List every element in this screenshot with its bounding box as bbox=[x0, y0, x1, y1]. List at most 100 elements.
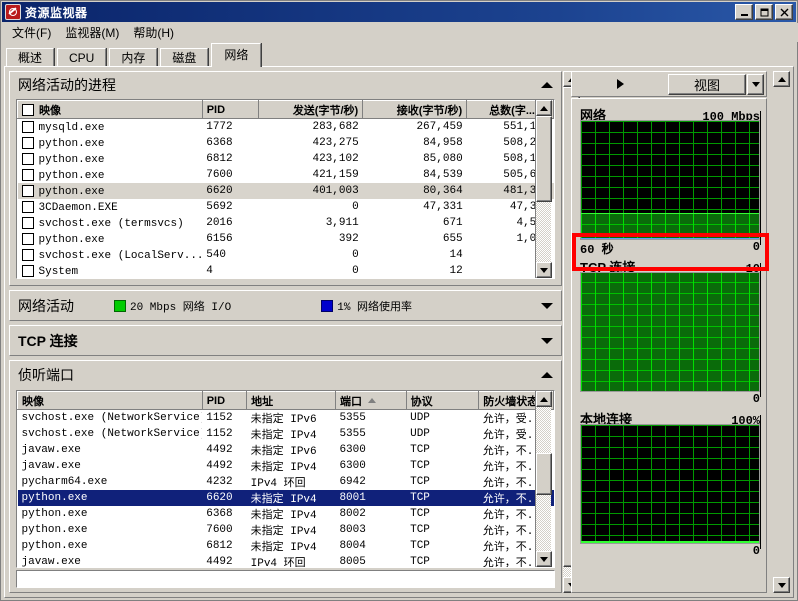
view-dropdown-button[interactable] bbox=[747, 73, 764, 95]
processes-grid-scrollbar[interactable] bbox=[535, 100, 552, 278]
row-checkbox[interactable] bbox=[21, 184, 34, 197]
scrollbar-thumb[interactable] bbox=[536, 453, 552, 495]
network-chart-area bbox=[581, 212, 759, 239]
processes-grid[interactable]: 映像 PID 发送(字节/秒) 接收(字节/秒) 总数(字... mysqld.… bbox=[16, 99, 555, 279]
col-sent[interactable]: 发送(字节/秒) bbox=[258, 100, 364, 119]
cell-pid: 5692 bbox=[206, 201, 233, 213]
local-chart-axis-tick-top bbox=[760, 415, 767, 549]
row-checkbox[interactable] bbox=[21, 264, 34, 277]
scroll-up-button[interactable] bbox=[536, 391, 552, 407]
collapse-chevron-up-icon[interactable] bbox=[541, 82, 553, 88]
table-row[interactable]: svchost.exe (termsvcs) 2016 3,911 671 4,583 bbox=[18, 215, 554, 231]
table-row[interactable]: python.exe 6368 未指定 IPv4 8002 TCP 允许，不... bbox=[18, 506, 554, 522]
table-row[interactable]: python.exe 6812 423,102 85,080 508,182 bbox=[18, 151, 554, 167]
table-row[interactable]: python.exe 7600 未指定 IPv4 8003 TCP 允许，不... bbox=[18, 522, 554, 538]
tab-network[interactable]: 网络 bbox=[211, 43, 262, 67]
cell-image: svchost.exe (LocalServ... bbox=[18, 247, 202, 263]
row-checkbox[interactable] bbox=[21, 216, 34, 229]
col-image[interactable]: 映像 bbox=[17, 100, 203, 119]
cell-image: python.exe bbox=[18, 151, 203, 167]
expand-chevron-down-icon[interactable] bbox=[541, 302, 553, 309]
table-row[interactable]: python.exe 6620 401,003 80,364 481,367 bbox=[17, 183, 554, 199]
table-row[interactable]: svchost.exe (NetworkService) 1152 未指定 IPv6… bbox=[18, 410, 554, 426]
scroll-down-button[interactable] bbox=[536, 551, 552, 567]
scroll-down-button[interactable] bbox=[536, 262, 552, 278]
table-row[interactable]: python.exe 6620 未指定 IPv4 8001 TCP 允许，不... bbox=[17, 490, 554, 506]
col-pid[interactable]: PID bbox=[201, 100, 260, 119]
table-row[interactable]: javaw.exe 4492 未指定 IPv6 6300 TCP 允许，不... bbox=[18, 442, 554, 458]
table-row[interactable]: 3CDaemon.EXE 5692 0 47,331 47,331 bbox=[18, 199, 554, 215]
menu-help[interactable]: 帮助(H) bbox=[129, 22, 184, 43]
network-chart-footer: 60 秒 0 bbox=[580, 240, 760, 257]
cell-address: 未指定 IPv4 bbox=[250, 510, 317, 522]
table-row[interactable]: python.exe 6156 392 655 1,047 bbox=[18, 231, 554, 247]
listening-ports-header[interactable]: 侦听端口 bbox=[10, 361, 561, 389]
col-protocol[interactable]: 协议 bbox=[405, 391, 480, 410]
cell-received: 85,080 bbox=[423, 153, 463, 165]
cell-address: IPv4 环回 bbox=[250, 478, 306, 490]
scrollbar-thumb[interactable] bbox=[536, 116, 552, 202]
col-address[interactable]: 地址 bbox=[246, 391, 336, 410]
tab-disk[interactable]: 磁盘 bbox=[160, 48, 209, 68]
row-checkbox[interactable] bbox=[21, 248, 34, 261]
cell-protocol: TCP bbox=[410, 476, 430, 488]
tab-memory[interactable]: 内存 bbox=[109, 48, 158, 68]
table-row[interactable]: System401212 bbox=[18, 263, 554, 278]
network-activity-panel: 网络活动 20 Mbps 网络 I/O 1% 网络使用率 bbox=[9, 290, 562, 321]
table-row[interactable]: svchost.exe (NetworkService) 1152 未指定 IPv4… bbox=[18, 426, 554, 442]
table-row[interactable]: python.exe 6368 423,275 84,958 508,233 bbox=[18, 135, 554, 151]
col-received[interactable]: 接收(字节/秒) bbox=[362, 100, 468, 119]
cell-image: python.exe bbox=[21, 524, 88, 536]
tab-overview[interactable]: 概述 bbox=[6, 48, 55, 68]
tab-cpu[interactable]: CPU bbox=[57, 48, 107, 68]
listening-ports-grid[interactable]: 映像 PID 地址 端口 协议 防火墙状态 svchost.exe (Netwo… bbox=[16, 390, 555, 568]
tcp-connections-header[interactable]: TCP 连接 bbox=[10, 326, 561, 355]
col-port[interactable]: 端口 bbox=[334, 391, 407, 410]
row-checkbox[interactable] bbox=[21, 152, 34, 165]
scroll-up-button[interactable] bbox=[536, 100, 552, 116]
row-checkbox[interactable] bbox=[21, 232, 34, 245]
right-pane-scrollbar[interactable] bbox=[773, 71, 790, 593]
scroll-up-button[interactable] bbox=[773, 71, 790, 87]
maximize-button[interactable] bbox=[755, 4, 773, 20]
window-controls bbox=[735, 4, 793, 20]
table-row[interactable]: pycharm64.exe 4232 IPv4 环回 6942 TCP 允许，不... bbox=[18, 474, 554, 490]
collapse-right-panel-button[interactable] bbox=[572, 72, 668, 96]
local-chart-area bbox=[581, 541, 759, 543]
cell-image: svchost.exe (termsvcs) bbox=[18, 215, 203, 231]
table-row[interactable]: javaw.exe 4492 IPv4 环回 8005 TCP 允许，不... bbox=[18, 554, 554, 567]
row-checkbox[interactable] bbox=[21, 168, 34, 181]
row-checkbox[interactable] bbox=[21, 200, 34, 213]
minimize-button[interactable] bbox=[735, 4, 753, 20]
local-connection-chart-min: 0 bbox=[752, 544, 760, 558]
select-all-checkbox[interactable] bbox=[22, 103, 34, 116]
cell-image: javaw.exe bbox=[21, 444, 81, 456]
cell-sent: 3,911 bbox=[325, 217, 359, 229]
row-checkbox[interactable] bbox=[21, 136, 34, 149]
table-row[interactable]: svchost.exe (LocalServ...54001414 bbox=[18, 247, 554, 263]
col-pid[interactable]: PID bbox=[201, 391, 248, 410]
network-chart: 网络 100 Mbps 60 秒 0 bbox=[580, 105, 761, 257]
table-row[interactable]: mysqld.exe 1772 283,682 267,459 551,141 bbox=[18, 119, 554, 136]
scrollbar-track[interactable] bbox=[773, 87, 790, 577]
table-row[interactable]: javaw.exe 4492 未指定 IPv4 6300 TCP 允许，不... bbox=[18, 458, 554, 474]
expand-chevron-down-icon[interactable] bbox=[541, 337, 553, 344]
cell-received: 84,958 bbox=[423, 137, 463, 149]
cell-received: 671 bbox=[442, 217, 463, 229]
menu-monitor[interactable]: 监视器(M) bbox=[61, 22, 129, 43]
cell-port: 8004 bbox=[339, 540, 366, 552]
cell-port: 8002 bbox=[339, 508, 366, 520]
cell-sent: 0 bbox=[352, 201, 359, 213]
processes-panel-header[interactable]: 网络活动的进程 bbox=[10, 72, 561, 98]
scroll-down-button[interactable] bbox=[773, 577, 790, 593]
table-row[interactable]: python.exe 7600 421,159 84,539 505,698 bbox=[18, 167, 554, 183]
close-button[interactable] bbox=[775, 4, 793, 20]
collapse-chevron-up-icon[interactable] bbox=[541, 372, 553, 378]
col-image[interactable]: 映像 bbox=[17, 391, 203, 410]
view-button[interactable]: 视图 bbox=[668, 73, 746, 95]
network-activity-header[interactable]: 网络活动 20 Mbps 网络 I/O 1% 网络使用率 bbox=[10, 291, 561, 320]
listening-grid-scrollbar[interactable] bbox=[535, 391, 552, 567]
row-checkbox[interactable] bbox=[21, 120, 34, 133]
menu-file[interactable]: 文件(F) bbox=[8, 22, 61, 43]
table-row[interactable]: python.exe 6812 未指定 IPv4 8004 TCP 允许，不... bbox=[18, 538, 554, 554]
